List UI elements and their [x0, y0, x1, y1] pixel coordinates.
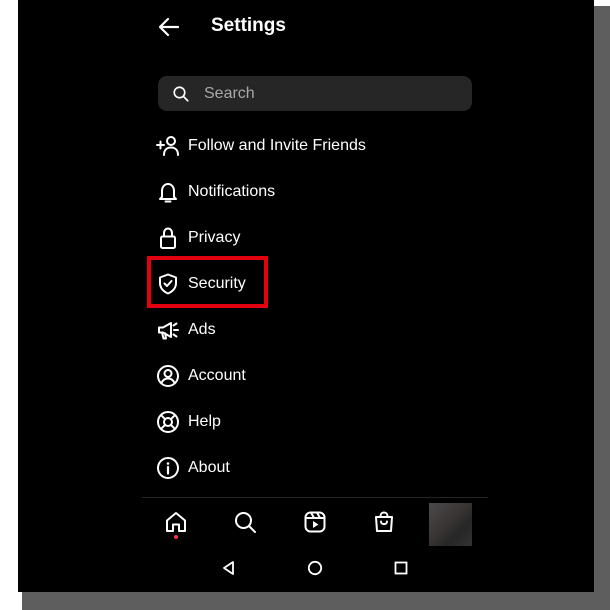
- menu-item-label: Ads: [188, 321, 216, 338]
- system-home-button[interactable]: [305, 558, 325, 578]
- menu-item-privacy[interactable]: Privacy: [156, 224, 240, 252]
- menu-item-account[interactable]: Account: [156, 362, 246, 390]
- search-icon: [235, 512, 256, 533]
- home-circle-icon: [307, 560, 323, 576]
- nav-home-button[interactable]: [162, 508, 190, 536]
- menu-item-about[interactable]: About: [156, 454, 230, 482]
- notification-dot: [174, 535, 178, 539]
- search-input[interactable]: [202, 83, 446, 104]
- phone-screen: Settings Follow and Invite Friends Notif…: [18, 0, 594, 592]
- menu-item-follow-invite-friends[interactable]: Follow and Invite Friends: [156, 132, 366, 160]
- menu-item-label: Security: [188, 275, 246, 292]
- arrow-left-icon: [158, 17, 180, 37]
- person-circle-icon: [156, 364, 180, 388]
- back-triangle-icon: [223, 561, 234, 575]
- menu-item-notifications[interactable]: Notifications: [156, 178, 275, 206]
- menu-item-help[interactable]: Help: [156, 408, 221, 436]
- home-icon: [166, 512, 186, 532]
- lock-icon: [156, 226, 180, 250]
- recents-square-icon: [394, 561, 408, 575]
- search-icon: [173, 85, 189, 102]
- profile-avatar[interactable]: [429, 503, 472, 546]
- nav-reels-button[interactable]: [301, 508, 329, 536]
- shield-check-icon: [156, 272, 180, 296]
- megaphone-icon: [156, 318, 180, 342]
- reels-icon: [304, 511, 326, 533]
- menu-item-label: Privacy: [188, 229, 241, 246]
- menu-item-label: About: [188, 459, 230, 476]
- add-person-icon: [156, 134, 180, 158]
- menu-item-label: Account: [188, 367, 246, 384]
- back-button[interactable]: [154, 12, 184, 42]
- menu-item-label: Notifications: [188, 183, 276, 200]
- bell-icon: [156, 180, 180, 204]
- search-bar[interactable]: [158, 76, 472, 111]
- nav-shop-button[interactable]: [370, 508, 398, 536]
- bottom-nav-divider: [142, 497, 488, 498]
- system-back-button[interactable]: [219, 558, 239, 578]
- nav-search-button[interactable]: [231, 508, 259, 536]
- lifebuoy-icon: [156, 410, 180, 434]
- menu-item-label: Follow and Invite Friends: [188, 137, 366, 154]
- shop-bag-icon: [375, 511, 393, 532]
- menu-item-ads[interactable]: Ads: [156, 316, 216, 344]
- menu-item-security[interactable]: Security: [156, 270, 246, 298]
- system-recents-button[interactable]: [391, 558, 411, 578]
- info-icon: [156, 456, 180, 480]
- menu-item-label: Help: [188, 413, 221, 430]
- page-title: Settings: [211, 15, 286, 36]
